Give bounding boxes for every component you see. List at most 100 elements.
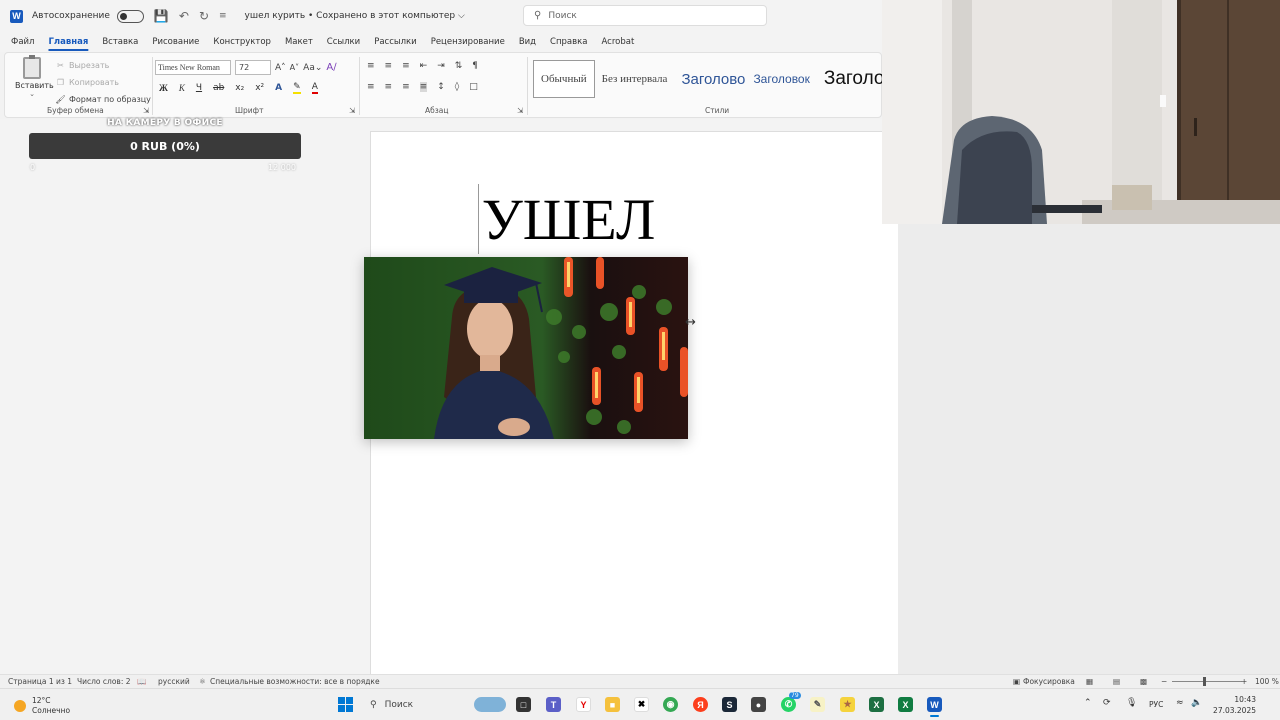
- styles-group-label: Стили: [705, 106, 730, 115]
- obs-icon[interactable]: ●: [751, 697, 766, 712]
- sync-icon[interactable]: ⟳: [1103, 698, 1111, 708]
- strikethrough-icon[interactable]: ab: [213, 83, 224, 93]
- zoom-out-icon[interactable]: −: [1161, 677, 1167, 686]
- sort-icon[interactable]: ⇅: [455, 61, 463, 71]
- whatsapp-icon[interactable]: ✆: [781, 697, 796, 712]
- tab-mailings[interactable]: Рассылки: [367, 37, 423, 47]
- shrink-font-icon[interactable]: A˅: [290, 63, 299, 72]
- tab-draw[interactable]: Рисование: [145, 37, 206, 47]
- bullets-icon[interactable]: ≡: [367, 61, 375, 71]
- task-view-icon[interactable]: □: [516, 697, 531, 712]
- borders-icon[interactable]: □: [469, 82, 478, 92]
- yandex-icon[interactable]: Я: [693, 697, 708, 712]
- inserted-photo[interactable]: [364, 257, 688, 439]
- zoom-in-icon[interactable]: +: [1241, 677, 1247, 686]
- subscript-icon[interactable]: x₂: [235, 83, 244, 93]
- autosave-toggle[interactable]: [116, 9, 144, 23]
- wifi-icon[interactable]: ≈: [1176, 698, 1184, 708]
- chrome-icon[interactable]: ◉: [663, 697, 678, 712]
- tab-insert[interactable]: Вставка: [95, 37, 145, 47]
- tab-file[interactable]: Файл: [4, 37, 41, 47]
- cut-button[interactable]: ✂ Вырезать: [55, 57, 151, 74]
- align-center-icon[interactable]: ≡: [385, 82, 393, 92]
- bold-icon[interactable]: Ж: [159, 83, 168, 93]
- volume-icon[interactable]: 🔈: [1191, 698, 1202, 708]
- chevron-up-icon[interactable]: ⌃: [1084, 698, 1092, 708]
- align-right-icon[interactable]: ≡: [402, 82, 410, 92]
- word-icon[interactable]: W: [927, 697, 942, 717]
- superscript-icon[interactable]: x²: [255, 83, 264, 93]
- yandex-browser-icon[interactable]: Y: [576, 697, 591, 712]
- font-size-select[interactable]: 72: [235, 60, 271, 75]
- weather-widget[interactable]: 12°C Солнечно: [14, 696, 70, 716]
- shading-icon[interactable]: ◊: [455, 82, 459, 92]
- widgets-icon[interactable]: [474, 697, 506, 712]
- multilevel-list-icon[interactable]: ≡: [402, 61, 410, 71]
- undo-icon[interactable]: ↶: [179, 9, 189, 23]
- status-accessibility[interactable]: Специальные возможности: все в порядке: [210, 677, 380, 686]
- notes-icon[interactable]: ✎: [810, 697, 825, 712]
- read-mode-icon[interactable]: ▦: [1086, 677, 1093, 686]
- redo-icon[interactable]: ↻: [199, 9, 209, 23]
- font-launcher-icon[interactable]: ⇲: [349, 106, 355, 115]
- focus-button[interactable]: Фокусировка: [1023, 677, 1075, 686]
- pilcrow-icon[interactable]: ¶: [472, 61, 478, 71]
- clear-formatting-icon[interactable]: A∕: [326, 62, 336, 73]
- font-color-icon[interactable]: A: [311, 82, 318, 94]
- style-title[interactable]: Заголовок: [817, 60, 887, 98]
- style-heading-1[interactable]: Заголовок 1: [674, 60, 746, 98]
- font-name-select[interactable]: Times New Roman: [155, 60, 231, 75]
- app-icon[interactable]: ✖: [634, 697, 649, 712]
- tab-help[interactable]: Справка: [543, 37, 594, 47]
- copy-button[interactable]: ❐ Копировать: [55, 74, 151, 91]
- tab-references[interactable]: Ссылки: [320, 37, 367, 47]
- tab-design[interactable]: Конструктор: [206, 37, 278, 47]
- paste-button[interactable]: Вставить ⌄: [15, 55, 54, 98]
- decrease-indent-icon[interactable]: ⇤: [420, 61, 428, 71]
- excel-icon[interactable]: X: [869, 697, 884, 712]
- italic-icon[interactable]: К: [179, 83, 185, 93]
- tab-view[interactable]: Вид: [512, 37, 543, 47]
- document-title[interactable]: ушел курить • Сохранено в этот компьютер…: [245, 11, 465, 21]
- line-spacing-icon[interactable]: ↕: [437, 82, 445, 92]
- underline-icon[interactable]: Ч: [196, 83, 202, 93]
- windows-start-icon[interactable]: [338, 697, 353, 712]
- justify-icon[interactable]: ≡: [419, 82, 428, 92]
- style-normal[interactable]: Обычный: [533, 60, 595, 98]
- tab-review[interactable]: Рецензирование: [424, 37, 512, 47]
- teams-icon[interactable]: T: [546, 697, 561, 712]
- zoom-slider-thumb[interactable]: [1203, 677, 1206, 686]
- status-language[interactable]: русский: [158, 677, 190, 686]
- increase-indent-icon[interactable]: ⇥: [437, 61, 445, 71]
- save-icon[interactable]: 💾: [154, 9, 169, 23]
- microphone-icon[interactable]: 🎙: [1126, 698, 1137, 708]
- customize-quick-access-icon[interactable]: ≡: [219, 11, 227, 21]
- zoom-slider[interactable]: [1172, 681, 1242, 682]
- zoom-level[interactable]: 100 %: [1255, 677, 1279, 686]
- tab-acrobat[interactable]: Acrobat: [595, 37, 642, 47]
- file-explorer-icon[interactable]: ■: [605, 697, 620, 712]
- align-left-icon[interactable]: ≡: [367, 82, 375, 92]
- excel-icon[interactable]: X: [898, 697, 913, 712]
- web-layout-icon[interactable]: ▩: [1140, 677, 1147, 686]
- style-no-spacing[interactable]: Без интервала: [595, 60, 675, 98]
- system-clock[interactable]: 10:43 27.03.2025: [1210, 694, 1256, 716]
- tab-home[interactable]: Главная: [41, 37, 95, 47]
- app-icon[interactable]: ★: [840, 697, 855, 712]
- proofing-icon[interactable]: 📖: [137, 677, 146, 686]
- change-case-icon[interactable]: Aa⌄: [303, 63, 322, 73]
- steam-icon[interactable]: S: [722, 697, 737, 712]
- print-layout-icon[interactable]: ▤: [1113, 677, 1120, 686]
- highlight-icon[interactable]: ✎: [293, 82, 301, 94]
- style-heading-2[interactable]: Заголовок: [746, 60, 816, 98]
- numbering-icon[interactable]: ≡: [385, 61, 393, 71]
- input-language[interactable]: РУС: [1149, 700, 1163, 709]
- clipboard-launcher-icon[interactable]: ⇲: [143, 106, 149, 115]
- grow-font-icon[interactable]: A˄: [275, 63, 286, 73]
- search-input[interactable]: ⚲ Поиск: [523, 5, 767, 26]
- tab-layout[interactable]: Макет: [278, 37, 320, 47]
- status-word-count[interactable]: Число слов: 2: [77, 677, 131, 686]
- status-page[interactable]: Страница 1 из 1: [8, 677, 72, 686]
- paragraph-launcher-icon[interactable]: ⇲: [517, 106, 523, 115]
- text-effects-icon[interactable]: A: [275, 83, 282, 93]
